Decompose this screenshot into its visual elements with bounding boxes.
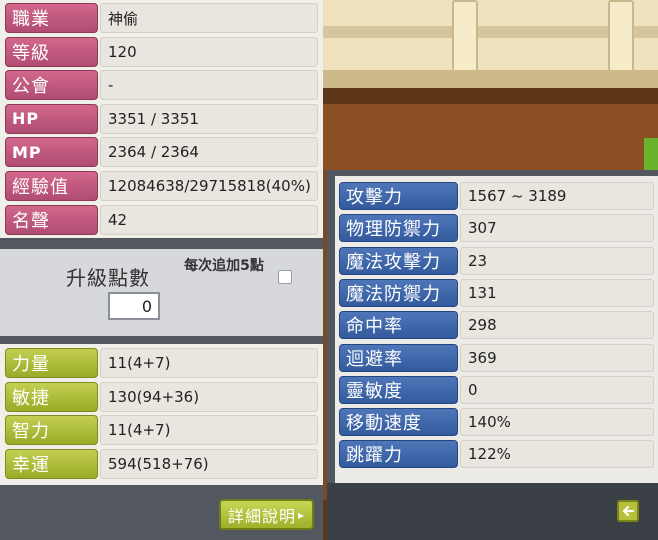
combat-stat-value: 140% [460,408,654,437]
combat-stat-label: 跳躍力 [339,440,458,469]
basic-stat-value: 神偷 [100,3,318,33]
basic-stat-value: - [100,70,318,101]
basic-stat-label: 職業 [5,3,98,33]
auto-add-checkbox[interactable] [278,270,292,284]
combat-stat-value: 307 [460,214,654,243]
ability-stat-value: 11(4+7) [100,348,318,378]
ability-stat-value: 11(4+7) [100,415,318,446]
combat-stat-label: 物理防禦力 [339,214,458,243]
basic-stat-label: 經驗值 [5,171,98,201]
ability-stat-label: 敏捷 [5,381,98,412]
ability-stat-label: 智力 [5,415,98,446]
combat-stat-value: 298 [460,311,654,340]
basic-stat-value: 2364 / 2364 [100,137,318,168]
basic-stat-value: 3351 / 3351 [100,103,318,134]
basic-stat-label: HP [5,103,98,134]
combat-stat-label: 命中率 [339,311,458,340]
combat-stat-label: 魔法防禦力 [339,278,458,307]
combat-stat-label: 迴避率 [339,343,458,372]
combat-stat-label: 攻擊力 [339,182,458,210]
combat-stat-value: 369 [460,343,654,372]
ability-stat-label: 力量 [5,348,98,378]
basic-stat-value: 42 [100,204,318,235]
arrow-right-icon: ▸ [297,507,306,522]
basic-stat-value: 120 [100,36,318,67]
upgrade-points-title: 升級點數 [66,266,150,290]
combat-stat-label: 移動速度 [339,408,458,437]
ability-stat-value: 130(94+36) [100,381,318,412]
combat-stat-label: 魔法攻擊力 [339,246,458,275]
detail-button-label: 詳細說明 [227,506,296,526]
combat-stat-value: 1567 ~ 3189 [460,182,654,210]
upgrade-points-section [0,249,323,336]
auto-add-label: 每次追加5點 [184,258,264,274]
combat-stat-value: 122% [460,440,654,469]
basic-stat-label: 等級 [5,36,98,67]
basic-stat-label: MP [5,137,98,168]
detail-button[interactable]: 詳細說明 ▸ [219,499,314,530]
basic-stat-value: 12084638/29715818(40%) [100,171,318,201]
upgrade-points-value: 0 [108,292,160,320]
return-arrow-icon[interactable] [617,500,639,522]
combat-stat-value: 131 [460,278,654,307]
combat-stat-value: 23 [460,246,654,275]
basic-stat-label: 名聲 [5,204,98,235]
basic-stat-label: 公會 [5,70,98,101]
ability-stat-value: 594(518+76) [100,448,318,479]
ability-stat-label: 幸運 [5,448,98,479]
combat-stat-value: 0 [460,375,654,404]
combat-stat-label: 靈敏度 [339,375,458,404]
detail-panel-footer [327,483,658,540]
